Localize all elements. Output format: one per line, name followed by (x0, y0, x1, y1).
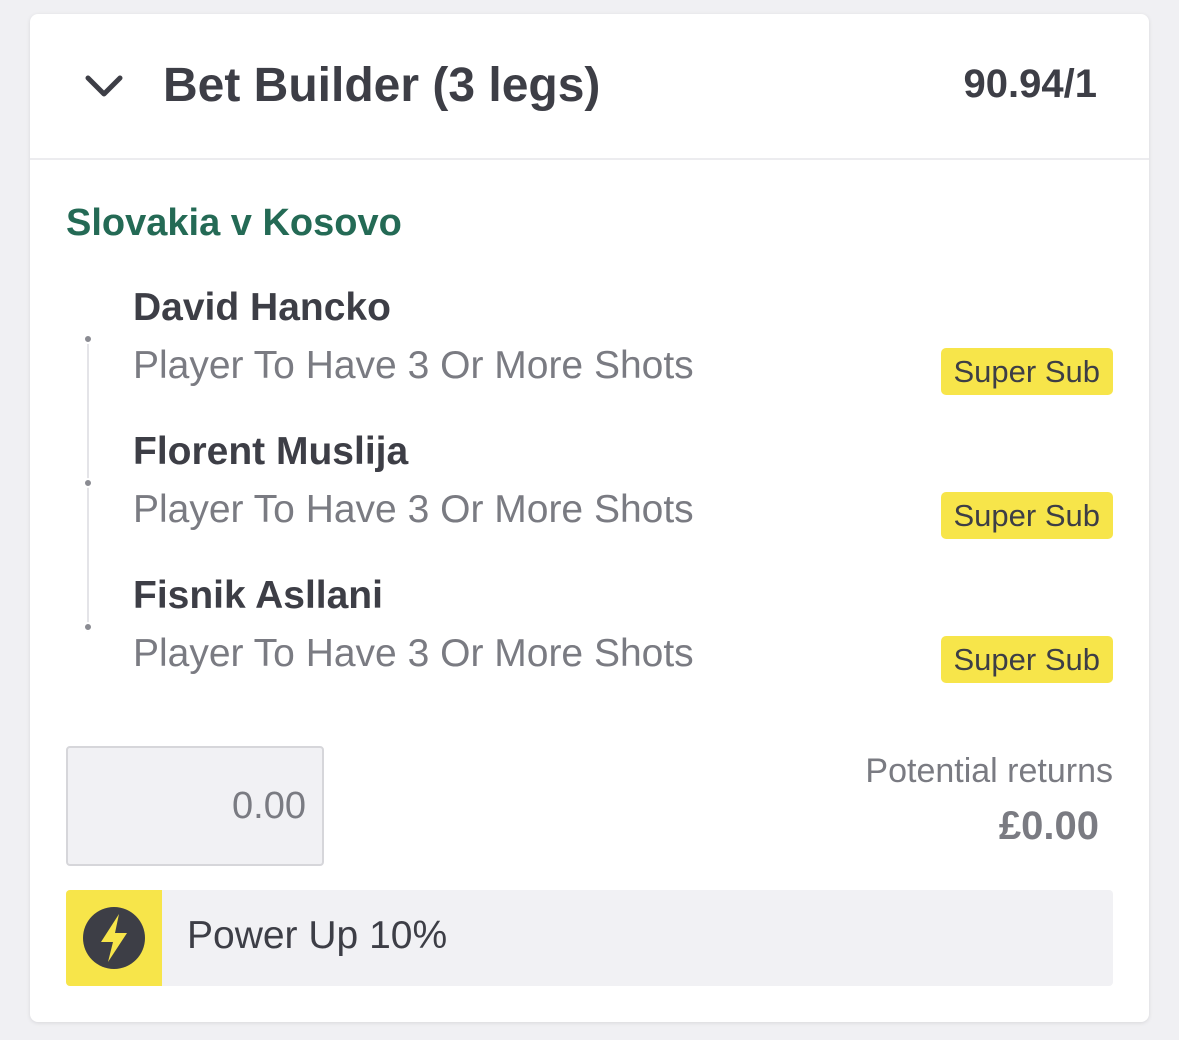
leg-player-name: Florent Muslija (133, 430, 409, 473)
super-sub-badge: Super Sub (940, 348, 1113, 395)
power-up-icon-box (66, 890, 162, 986)
leg-player-name: David Hancko (133, 286, 391, 329)
super-sub-badge: Super Sub (940, 492, 1113, 539)
power-up-button[interactable]: Power Up 10% (66, 890, 1113, 986)
leg-market: Player To Have 3 Or More Shots (133, 488, 694, 531)
chevron-down-icon[interactable] (82, 70, 126, 100)
lightning-bolt-icon (83, 907, 145, 969)
super-sub-badge: Super Sub (940, 636, 1113, 683)
stake-input[interactable] (66, 746, 324, 866)
power-up-label: Power Up 10% (187, 914, 448, 957)
bet-builder-card: Bet Builder (3 legs) 90.94/1 Slovakia v … (30, 14, 1149, 1022)
potential-returns-label: Potential returns (865, 752, 1113, 790)
bet-leg: David Hancko Player To Have 3 Or More Sh… (30, 286, 1149, 396)
leg-market: Player To Have 3 Or More Shots (133, 632, 694, 675)
leg-market: Player To Have 3 Or More Shots (133, 344, 694, 387)
bet-leg: Fisnik Asllani Player To Have 3 Or More … (30, 574, 1149, 684)
potential-returns-value: £0.00 (998, 804, 1099, 848)
bet-header[interactable]: Bet Builder (3 legs) 90.94/1 (30, 14, 1149, 160)
leg-player-name: Fisnik Asllani (133, 574, 383, 617)
bet-odds: 90.94/1 (963, 62, 1097, 106)
bet-leg: Florent Muslija Player To Have 3 Or More… (30, 430, 1149, 540)
bet-title: Bet Builder (3 legs) (163, 59, 601, 112)
event-name: Slovakia v Kosovo (66, 202, 402, 244)
